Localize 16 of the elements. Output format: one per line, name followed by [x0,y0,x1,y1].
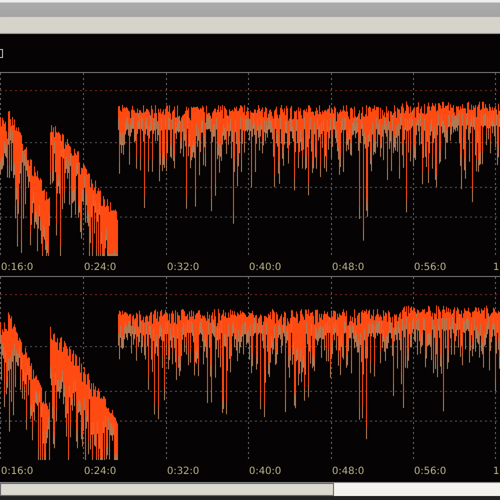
time-label: 0:56:0 [413,262,448,272]
time-label: 0:24:0 [83,262,118,272]
time-label: 0:40:0 [248,466,282,476]
horizontal-scrollbar[interactable] [0,482,500,496]
time-label: 1 [493,466,500,476]
time-label: 1 [493,262,500,272]
time-label: 0:24:0 [83,466,118,476]
scrollbar-thumb[interactable] [0,483,334,496]
time-label: 0:16:0 [0,466,34,476]
time-label: 0:48:0 [331,262,366,272]
time-label: 0:40:0 [248,262,282,272]
time-label: 0:16:0 [0,262,34,272]
time-label: 0:32:0 [166,262,200,272]
time-label: 0:48:0 [331,466,366,476]
time-label: 0:56:0 [413,466,448,476]
time-label: 0:32:0 [166,466,200,476]
